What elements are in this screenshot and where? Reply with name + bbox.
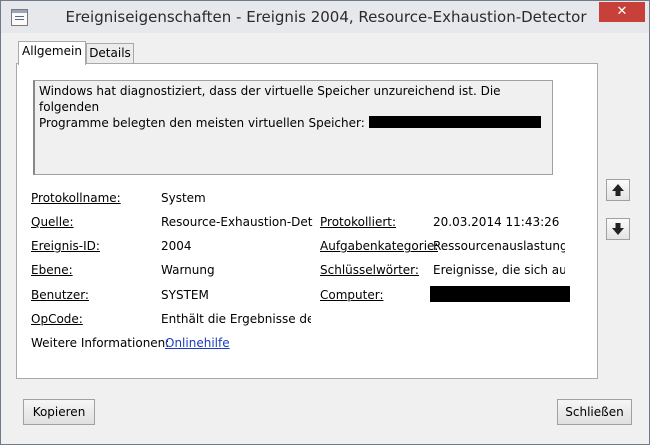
title-bar: Ereigniseigenschaften - Ereignis 2004, R… [1, 1, 649, 33]
tab-details[interactable]: Details [86, 43, 134, 64]
close-button[interactable]: Schließen [557, 399, 632, 425]
quelle-label: Quelle: [31, 215, 74, 229]
quelle-value: Resource-Exhaustion-Detect [161, 215, 313, 229]
redacted-program-list [368, 116, 541, 128]
protokolliert-label: Protokolliert: [320, 215, 397, 229]
protokollname-value: System [161, 191, 206, 205]
protokolliert-value: 20.03.2014 11:43:26 [433, 215, 560, 229]
event-description[interactable]: Windows hat diagnostiziert, dass der vir… [33, 80, 553, 175]
ebene-label: Ebene: [31, 263, 73, 277]
description-line-1: Windows hat diagnostiziert, dass der vir… [39, 84, 501, 114]
arrow-down-icon [612, 223, 624, 235]
copy-button[interactable]: Kopieren [23, 399, 95, 425]
ebene-value: Warnung [161, 263, 215, 277]
window-title: Ereigniseigenschaften - Ereignis 2004, R… [65, 8, 587, 26]
ereignis-id-label: Ereignis-ID: [31, 239, 100, 253]
ereignis-id-value: 2004 [161, 239, 192, 253]
opcode-label: OpCode: [31, 312, 83, 326]
schluesselwoerter-label: Schlüsselwörter: [320, 263, 419, 277]
redacted-computer-name [430, 286, 570, 302]
schluesselwoerter-value: Ereignisse, die sich auf d [433, 263, 565, 277]
tab-allgemein[interactable]: Allgemein [18, 41, 86, 65]
close-window-button[interactable]: ✕ [599, 2, 645, 22]
benutzer-label: Benutzer: [31, 288, 89, 302]
aufgabenkategorie-label: Aufgabenkategorie: [320, 239, 439, 253]
description-line-2: Programme belegten den meisten virtuelle… [39, 116, 365, 130]
arrow-up-icon [612, 184, 624, 196]
protokollname-label: Protokollname: [31, 191, 121, 205]
previous-event-button[interactable] [606, 179, 630, 201]
onlinehilfe-link[interactable]: Onlinehilfe [165, 336, 230, 350]
aufgabenkategorie-value: Ressourcenauslastungsd [433, 239, 565, 253]
next-event-button[interactable] [606, 218, 630, 240]
event-properties-window: Ereigniseigenschaften - Ereignis 2004, R… [0, 0, 650, 445]
event-properties-icon [11, 9, 28, 26]
computer-label: Computer: [320, 288, 384, 302]
benutzer-value: SYSTEM [161, 288, 209, 302]
weitere-informationen-label: Weitere Informationen: [31, 336, 170, 350]
opcode-value: Enthält die Ergebnisse der Di [161, 312, 311, 326]
